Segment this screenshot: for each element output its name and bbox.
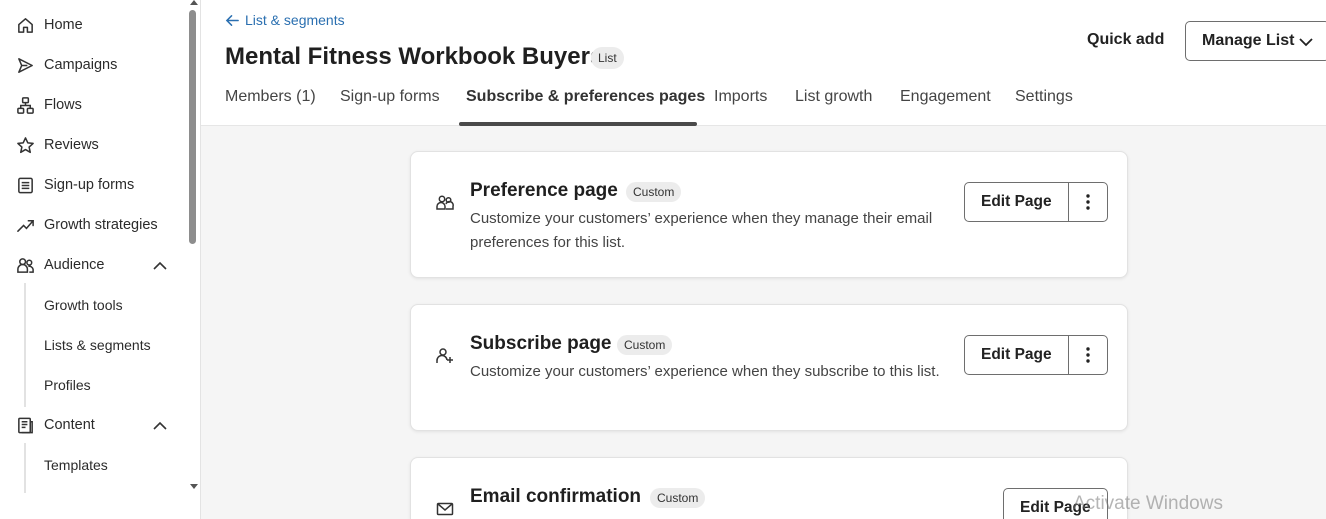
sidebar-subitem-label: Lists & segments	[44, 337, 151, 353]
card-description: Customize your customers’ experience whe…	[470, 363, 940, 380]
custom-badge: Custom	[617, 335, 673, 355]
sidebar-item-signup-forms[interactable]: Sign-up forms	[0, 167, 186, 203]
content-icon	[16, 416, 35, 435]
tab-members[interactable]: Members (1)	[225, 88, 316, 106]
page-header: List & segments Mental Fitness Workbook …	[201, 0, 1326, 126]
edit-page-button[interactable]: Edit Page	[965, 336, 1068, 374]
more-options-button[interactable]	[1067, 183, 1107, 221]
kebab-menu-icon	[1085, 347, 1090, 363]
sidebar-item-label: Audience	[44, 257, 105, 273]
sidebar-item-growth-strategies[interactable]: Growth strategies	[0, 207, 186, 243]
sidebar-item-label: Growth strategies	[44, 217, 158, 233]
card-description: Customize your customers’ experience whe…	[470, 210, 933, 251]
quick-add-button[interactable]: Quick add	[1087, 31, 1164, 49]
tab-settings[interactable]: Settings	[1015, 88, 1073, 106]
sidebar-subitem-growth-tools[interactable]: Growth tools	[24, 287, 186, 323]
sidebar-subitem-profiles[interactable]: Profiles	[24, 367, 186, 403]
sidebar-item-label: Reviews	[44, 137, 99, 153]
sidebar-item-flows[interactable]: Flows	[0, 87, 186, 123]
sidebar: Home Campaigns Flows Reviews Sign-up for…	[0, 0, 201, 519]
tab-signup-forms[interactable]: Sign-up forms	[340, 88, 440, 106]
chevron-up-icon[interactable]	[152, 258, 168, 274]
preference-page-card: Preference page Custom Customize your cu…	[410, 151, 1128, 278]
star-icon	[16, 136, 35, 155]
tab-engagement[interactable]: Engagement	[900, 88, 991, 106]
scroll-thumb[interactable]	[189, 10, 196, 244]
home-icon	[16, 16, 35, 35]
chevron-down-icon	[1299, 38, 1313, 47]
tab-imports[interactable]: Imports	[714, 88, 767, 106]
sidebar-item-content[interactable]: Content	[0, 407, 186, 443]
subscribe-page-card: Subscribe page Custom Customize your cus…	[410, 304, 1128, 431]
edit-page-button[interactable]: Edit Page	[965, 183, 1068, 221]
flow-icon	[16, 96, 35, 115]
custom-badge: Custom	[650, 488, 706, 508]
scroll-up-arrow-icon[interactable]	[190, 0, 198, 5]
card-title: Subscribe page	[470, 333, 612, 354]
sidebar-subitem-label: Templates	[44, 457, 108, 473]
scroll-down-arrow-icon[interactable]	[190, 484, 198, 489]
manage-list-label: Manage List	[1202, 32, 1295, 49]
sidebar-item-label: Home	[44, 17, 83, 33]
sidebar-item-label: Flows	[44, 97, 82, 113]
card-title: Preference page	[470, 180, 618, 201]
sidebar-subitem-label: Growth tools	[44, 297, 123, 313]
sidebar-item-home[interactable]: Home	[0, 7, 186, 43]
edit-page-button-group: Edit Page	[964, 335, 1108, 375]
mail-icon	[435, 499, 455, 519]
edit-page-button-group: Edit Page	[964, 182, 1108, 222]
sidebar-item-label: Campaigns	[44, 57, 118, 73]
custom-badge: Custom	[626, 182, 682, 202]
sidebar-scrollbar[interactable]	[186, 0, 200, 519]
manage-list-button[interactable]: Manage List	[1185, 21, 1326, 61]
user-add-icon	[435, 346, 455, 366]
arrow-left-icon	[225, 14, 239, 26]
tab-list-growth[interactable]: List growth	[795, 88, 872, 106]
chevron-up-icon[interactable]	[152, 418, 168, 434]
sidebar-item-campaigns[interactable]: Campaigns	[0, 47, 186, 83]
active-tab-indicator	[459, 122, 697, 126]
sidebar-item-label: Sign-up forms	[44, 177, 135, 193]
kebab-menu-icon	[1085, 194, 1090, 210]
sidebar-subitem-lists-segments[interactable]: Lists & segments	[24, 327, 186, 363]
send-icon	[16, 56, 35, 75]
activate-windows-watermark: Activate Windows	[1073, 493, 1223, 514]
app-root: Home Campaigns Flows Reviews Sign-up for…	[0, 0, 1326, 519]
back-link[interactable]: List & segments	[225, 10, 345, 30]
email-confirmation-card: Email confirmation Custom Edit Page	[410, 457, 1128, 519]
page-title: Mental Fitness Workbook Buyers	[225, 43, 604, 70]
more-options-button[interactable]	[1067, 336, 1107, 374]
form-icon	[16, 176, 35, 195]
users-icon	[16, 256, 35, 275]
trend-icon	[16, 216, 35, 235]
list-type-badge: List	[591, 47, 624, 69]
sidebar-item-label: Content	[44, 417, 95, 433]
card-title: Email confirmation	[470, 486, 642, 507]
sidebar-subitem-label: Profiles	[44, 377, 91, 393]
sidebar-item-audience[interactable]: Audience	[0, 247, 186, 283]
sidebar-subitem-templates[interactable]: Templates	[24, 447, 186, 483]
tab-subscribe-preferences[interactable]: Subscribe & preferences pages	[466, 88, 705, 106]
sidebar-item-reviews[interactable]: Reviews	[0, 127, 186, 163]
people-icon	[435, 193, 455, 213]
back-link-label: List & segments	[245, 12, 345, 28]
